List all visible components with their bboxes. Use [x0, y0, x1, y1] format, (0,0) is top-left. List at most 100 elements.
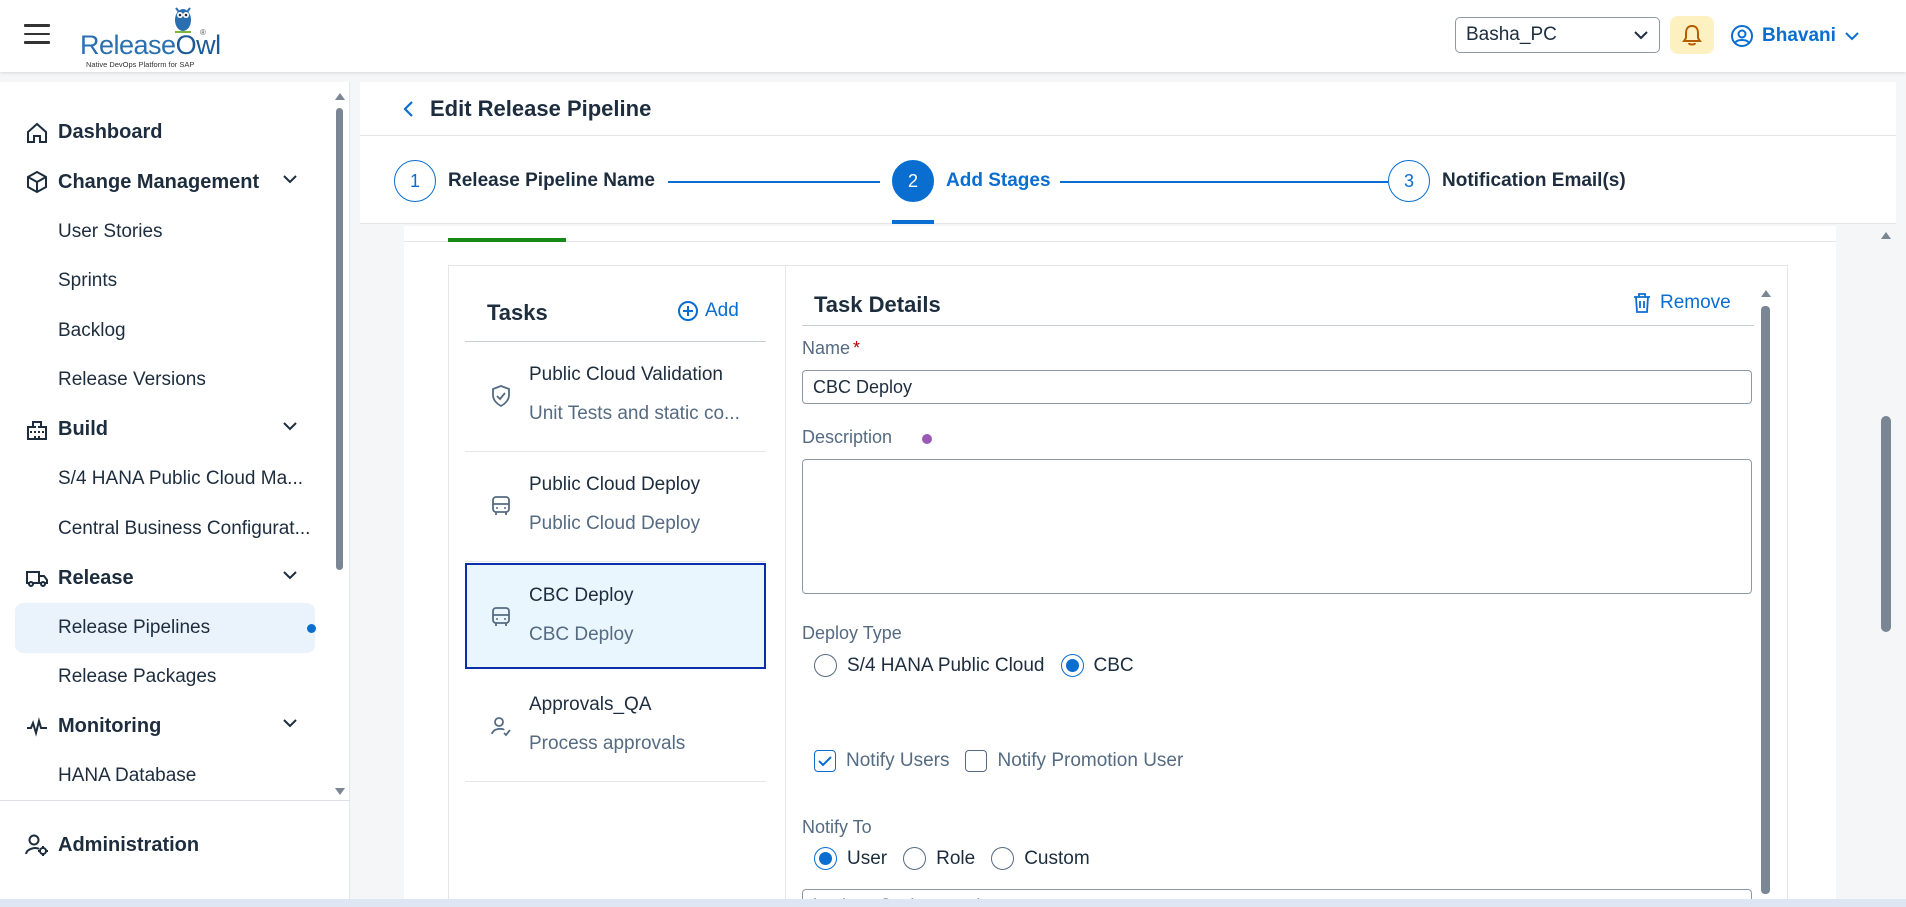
notify-to-role-option[interactable]: Role [903, 847, 975, 870]
sidebar-item-label: Sprints [58, 270, 118, 292]
sidebar-item-sprints[interactable]: Sprints [0, 257, 330, 307]
task-details-title: Task Details [814, 292, 941, 317]
user-menu[interactable]: Bhavani [1730, 18, 1860, 54]
chevron-down-icon [1634, 31, 1648, 40]
sidebar-item-label: Release Versions [58, 369, 206, 391]
sidebar-item-backlog[interactable]: Backlog [0, 306, 330, 356]
sidebar-item-user-stories[interactable]: User Stories [0, 207, 330, 257]
scroll-up-icon[interactable] [1880, 230, 1892, 240]
bus-icon [492, 496, 510, 515]
task-item[interactable]: Public Cloud Deploy Public Cloud Deploy [465, 452, 766, 562]
system-select-value: Basha_PC [1466, 24, 1557, 45]
sidebar-divider [0, 800, 350, 801]
chevron-down-icon [283, 174, 297, 183]
sidebar-item-release-pipelines[interactable]: Release Pipelines [15, 603, 316, 653]
radio-button[interactable] [903, 847, 927, 870]
home-icon [24, 120, 50, 146]
user-settings-icon [25, 834, 48, 856]
sidebar-item-administration[interactable]: Administration [24, 832, 199, 858]
notify-users-checkbox[interactable]: Notify Users [814, 750, 949, 772]
stage-tasks-panel: Tasks Add Public Cloud Validation Unit T… [448, 265, 1788, 907]
deploy-type-group: S/4 HANA Public Cloud CBC [814, 654, 1150, 677]
heart-pulse-icon [24, 714, 50, 740]
checkbox-label: Notify Users [846, 750, 950, 771]
sidebar-item-central-business-configuration[interactable]: Central Business Configurat... [0, 504, 330, 554]
required-marker: * [853, 338, 861, 358]
trash-icon [1634, 293, 1650, 313]
page-title: Edit Release Pipeline [430, 95, 652, 121]
scroll-up-icon[interactable] [1760, 288, 1772, 298]
sidebar-item-label: Monitoring [58, 715, 162, 738]
task-item-selected[interactable]: CBC Deploy CBC Deploy [465, 563, 766, 669]
radio-button-selected[interactable] [1060, 654, 1084, 677]
sidebar-item-release-packages[interactable]: Release Packages [0, 653, 330, 703]
description-label: Description [802, 427, 893, 447]
bottom-strip [0, 899, 1906, 907]
step-label: Notification Email(s) [1442, 170, 1626, 191]
main-area: Edit Release Pipeline 1 Release Pipeline… [360, 82, 1896, 907]
radio-button[interactable] [991, 847, 1015, 870]
menu-icon[interactable] [24, 24, 50, 48]
sidebar-item-monitoring[interactable]: Monitoring [0, 702, 330, 752]
sidebar-item-s4-hana-public-cloud[interactable]: S/4 HANA Public Cloud Ma... [0, 455, 330, 505]
radio-label: Role [936, 847, 976, 869]
truck-icon [24, 565, 50, 591]
sidebar-scroll-thumb[interactable] [336, 108, 343, 570]
deploy-type-cbc-option[interactable]: CBC [1060, 654, 1134, 677]
sidebar-item-build[interactable]: Build [0, 405, 330, 455]
radio-label: CBC [1093, 654, 1134, 676]
task-details-header: Task Details Remove [802, 286, 1754, 326]
radio-button-selected[interactable] [814, 847, 837, 870]
notify-promotion-user-checkbox[interactable]: Notify Promotion User [965, 750, 1183, 772]
radio-label: Custom [1024, 847, 1090, 869]
details-scroll-thumb[interactable] [1761, 306, 1770, 894]
cube-icon [24, 169, 50, 195]
add-task-button[interactable]: Add [677, 300, 739, 322]
chevron-left-icon [403, 100, 413, 117]
sidebar-item-label: Central Business Configurat... [58, 517, 311, 539]
notify-to-user-option[interactable]: User [814, 847, 887, 870]
task-title: Public Cloud Deploy [529, 474, 701, 495]
sidebar-item-dashboard[interactable]: Dashboard [0, 108, 330, 158]
step-number: 1 [394, 160, 436, 202]
task-item[interactable]: Public Cloud Validation Unit Tests and s… [465, 342, 766, 452]
task-name-input[interactable] [802, 370, 1752, 404]
bus-icon [492, 607, 510, 626]
back-button[interactable] [396, 97, 420, 121]
task-item[interactable]: Approvals_QA Process approvals [465, 672, 766, 782]
step-add-stages[interactable]: 2 Add Stages [892, 160, 1051, 202]
task-subtitle: Process approvals [529, 733, 686, 754]
sidebar-item-release[interactable]: Release [0, 554, 330, 604]
main-scroll-thumb[interactable] [1881, 416, 1891, 632]
remove-task-button[interactable]: Remove [1632, 292, 1731, 314]
scroll-up-icon [335, 93, 345, 100]
bell-icon [1682, 24, 1702, 46]
sidebar: Dashboard Change Management User Stories… [0, 82, 350, 907]
sidebar-item-label: S/4 HANA Public Cloud Ma... [58, 468, 303, 490]
radio-button[interactable] [814, 654, 837, 677]
system-select[interactable]: Basha_PC [1455, 17, 1660, 53]
notifications-button[interactable] [1670, 16, 1714, 54]
notify-to-custom-option[interactable]: Custom [991, 847, 1090, 870]
description-textarea[interactable] [802, 459, 1752, 594]
task-subtitle: Unit Tests and static co... [529, 403, 740, 424]
sidebar-item-label: Administration [58, 833, 200, 856]
notify-to-label: Notify To [802, 817, 872, 837]
sidebar-item-label: HANA Database [58, 765, 197, 787]
name-label: Name * [802, 338, 861, 358]
chevron-down-icon [283, 422, 297, 431]
checkbox[interactable] [965, 750, 988, 772]
user-check-icon [491, 717, 511, 737]
sidebar-item-change-management[interactable]: Change Management [0, 158, 330, 208]
active-tab-indicator [448, 238, 566, 242]
step-notification-emails[interactable]: 3 Notification Email(s) [1388, 160, 1626, 202]
releaseowl-logo[interactable]: ReleaseOwl ® Native DevOps Platform for … [80, 4, 221, 69]
sidebar-scrollbar[interactable] [333, 86, 347, 795]
deploy-type-s4hana-option[interactable]: S/4 HANA Public Cloud [814, 654, 1045, 677]
page-title-bar: Edit Release Pipeline [360, 82, 1896, 136]
step-number: 2 [892, 160, 934, 202]
checkbox-checked[interactable] [814, 750, 836, 772]
sidebar-item-hana-database[interactable]: HANA Database [0, 752, 330, 802]
sidebar-item-release-versions[interactable]: Release Versions [0, 356, 330, 406]
step-release-pipeline-name[interactable]: 1 Release Pipeline Name [394, 160, 655, 202]
